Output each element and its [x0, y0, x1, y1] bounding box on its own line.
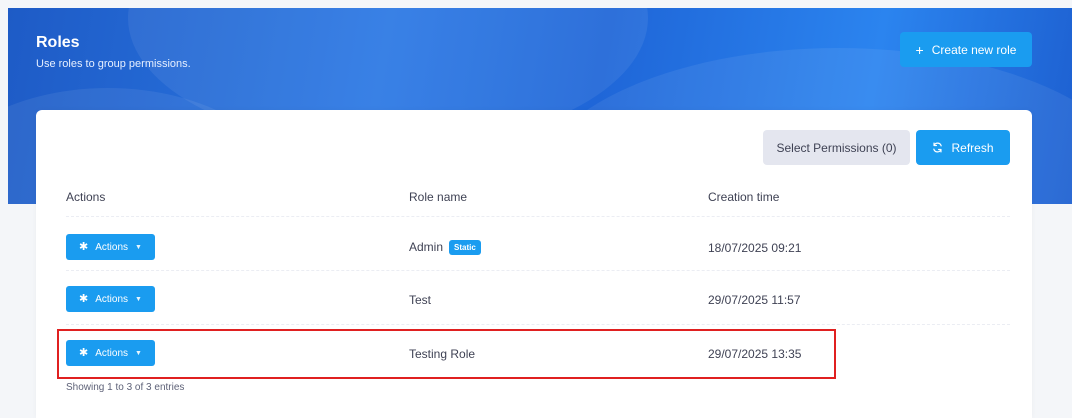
static-badge: Static: [449, 240, 481, 255]
row-actions-button[interactable]: ✱ Actions ▼: [66, 286, 155, 312]
column-header-actions[interactable]: Actions: [66, 190, 105, 204]
role-name-cell: Testing Role: [409, 347, 476, 361]
roles-card: Select Permissions (0) Refresh Actions R…: [36, 110, 1032, 418]
row-actions-button[interactable]: ✱ Actions ▼: [66, 340, 155, 366]
plus-icon: +: [915, 41, 924, 58]
entries-info: Showing 1 to 3 of 3 entries: [66, 382, 185, 393]
page-subtitle: Use roles to group permissions.: [36, 58, 191, 70]
refresh-button[interactable]: Refresh: [916, 130, 1010, 165]
gear-icon: ✱: [79, 346, 89, 359]
select-permissions-button[interactable]: Select Permissions (0): [763, 130, 910, 165]
role-name-cell: Test: [409, 293, 432, 307]
gear-icon: ✱: [79, 240, 89, 253]
column-header-creation-time[interactable]: Creation time: [708, 190, 779, 204]
actions-label: Actions: [95, 241, 129, 253]
row-divider: [66, 324, 1010, 325]
refresh-label: Refresh: [951, 140, 994, 155]
gear-icon: ✱: [79, 292, 89, 305]
refresh-icon: [933, 142, 943, 153]
row-divider: [66, 270, 1010, 271]
chevron-down-icon: ▼: [135, 295, 142, 303]
actions-label: Actions: [95, 293, 129, 305]
actions-label: Actions: [95, 347, 129, 359]
creation-time-cell: 29/07/2025 13:35: [708, 347, 802, 361]
role-name: Admin: [409, 240, 444, 254]
creation-time-cell: 18/07/2025 09:21: [708, 241, 802, 255]
row-divider: [66, 216, 1010, 217]
chevron-down-icon: ▼: [135, 243, 142, 251]
page-title: Roles: [36, 34, 80, 51]
role-name-cell: Admin Static: [409, 240, 481, 255]
create-new-role-label: Create new role: [931, 42, 1017, 57]
chevron-down-icon: ▼: [135, 349, 142, 357]
column-header-role-name[interactable]: Role name: [409, 190, 467, 204]
row-actions-button[interactable]: ✱ Actions ▼: [66, 234, 155, 260]
create-new-role-button[interactable]: + Create new role: [900, 32, 1032, 67]
creation-time-cell: 29/07/2025 11:57: [708, 293, 801, 307]
